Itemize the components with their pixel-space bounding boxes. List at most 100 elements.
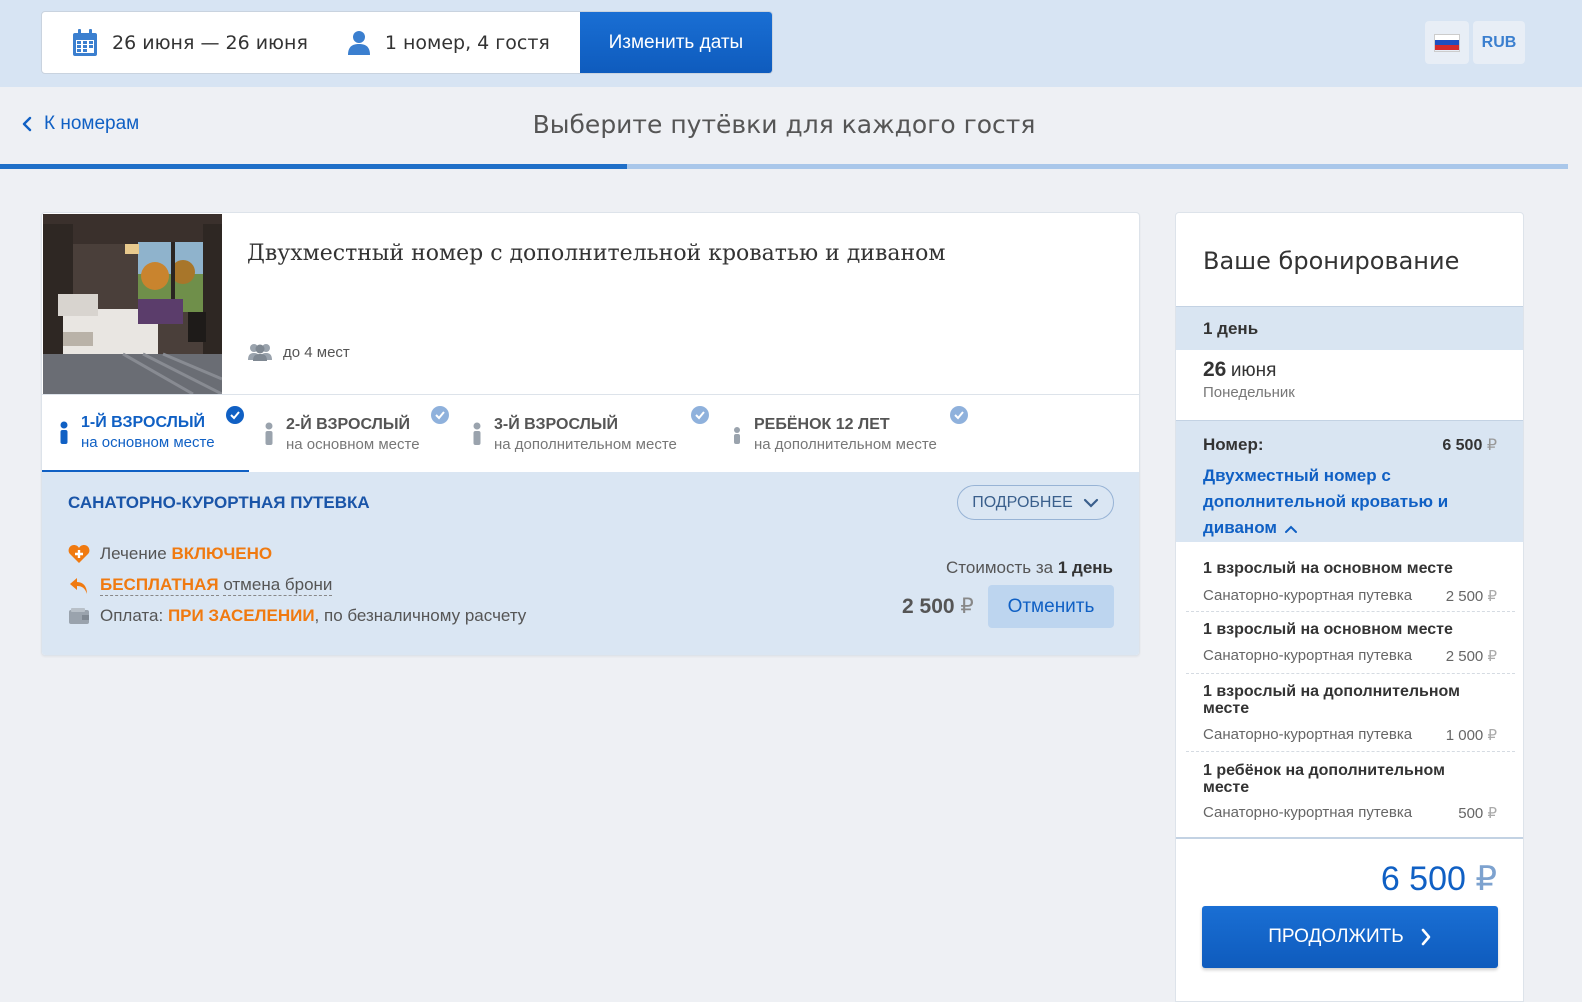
item-price-value: 500: [1458, 805, 1484, 822]
ruble-sign: ₽: [1487, 588, 1497, 605]
ruble-sign: ₽: [1475, 860, 1497, 898]
treatment-value: ВКЛЮЧЕНО: [171, 544, 273, 563]
voucher-price: 2 500 ₽: [902, 594, 974, 619]
undo-arrow-icon: [68, 576, 92, 596]
tab-title: 3-Й ВЗРОСЛЫЙ: [494, 415, 618, 433]
cost-period: 1 день: [1057, 558, 1113, 577]
cancel-rest-text: отмена брони: [223, 575, 333, 596]
booking-room: Номер: 6 500 ₽ Двухместный номер с допол…: [1176, 420, 1523, 542]
booking-item-price: 2 500 ₽: [1446, 647, 1497, 665]
wallet-icon: [68, 607, 92, 625]
ruble-sign: ₽: [1487, 648, 1497, 665]
room-name: Двухместный номер с дополнительной крова…: [247, 241, 946, 266]
booking-item-price: 500 ₽: [1458, 804, 1497, 822]
item-price-value: 1 000: [1445, 727, 1484, 744]
currency-button[interactable]: RUB: [1473, 21, 1525, 64]
person-icon: [472, 422, 482, 446]
booking-item-sub: Санаторно-курортная путевка: [1203, 647, 1413, 664]
dates-field[interactable]: 26 июня — 26 июня: [42, 12, 345, 73]
cancel-voucher-button[interactable]: Отменить: [988, 585, 1114, 628]
tab-adult-2[interactable]: 2-Й ВЗРОСЛЫЙ на основном месте: [264, 395, 462, 473]
tab-adult-3[interactable]: 3-Й ВЗРОСЛЫЙ на дополнительном месте: [472, 395, 732, 473]
booking-item-sub: Санаторно-курортная путевка: [1203, 726, 1413, 743]
continue-label: ПРОДОЛЖИТЬ: [1268, 926, 1404, 947]
booking-item-sub: Санаторно-курортная путевка: [1203, 587, 1413, 604]
change-dates-button[interactable]: Изменить даты: [579, 12, 772, 73]
ruble-sign: ₽: [1487, 805, 1497, 822]
total-divider: [1176, 837, 1523, 839]
guest-tabs: 1-Й ВЗРОСЛЫЙ на основном месте 2-Й ВЗРОС…: [42, 394, 1139, 473]
top-bar: 26 июня — 26 июня 1 номер, 4 гостя Измен…: [0, 0, 1582, 87]
price-value: 2 500: [902, 595, 955, 618]
divider: [1186, 673, 1515, 674]
check-icon: [691, 406, 709, 424]
tab-subtitle: на дополнительном месте: [494, 435, 677, 453]
child-icon: [732, 424, 742, 444]
item-price-value: 2 500: [1445, 588, 1484, 605]
booking-item-title: 1 взрослый на дополнительном месте: [1203, 683, 1460, 717]
chevron-down-icon: [1083, 498, 1099, 508]
payment-label: Оплата:: [100, 606, 164, 625]
booking-item-title: 1 взрослый на основном месте: [1203, 560, 1453, 577]
russia-flag-icon: [1434, 33, 1460, 52]
room-amount-value: 6 500: [1442, 437, 1483, 454]
tab-title: 2-Й ВЗРОСЛЫЙ: [286, 415, 410, 433]
booking-room-name-link[interactable]: Двухместный номер с дополнительной крова…: [1203, 463, 1483, 542]
language-button[interactable]: [1425, 21, 1469, 64]
heart-plus-icon: [68, 544, 92, 564]
person-icon: [59, 421, 69, 445]
dates-text: 26 июня — 26 июня: [112, 31, 308, 54]
check-icon: [226, 406, 244, 424]
calendar-icon: [72, 28, 98, 57]
tab-subtitle: на основном месте: [286, 435, 420, 453]
voucher-panel: САНАТОРНО-КУРОРТНАЯ ПУТЕВКА ПОДРОБНЕЕ Ле…: [42, 472, 1139, 655]
divider: [1186, 611, 1515, 612]
ruble-sign: ₽: [960, 595, 974, 618]
date-month: июня: [1230, 360, 1277, 381]
booking-summary: Ваше бронирование 1 день 26 июня Понедел…: [1175, 212, 1524, 1002]
payment-feature: Оплата: ПРИ ЗАСЕЛЕНИИ, по безналичному р…: [68, 606, 526, 626]
room-card: Двухместный номер с дополнительной крова…: [41, 212, 1140, 656]
guests-text: 1 номер, 4 гостя: [384, 31, 550, 54]
booking-date: 26 июня Понедельник: [1203, 358, 1295, 401]
chevron-up-icon: [1284, 516, 1298, 542]
total-value: 6 500: [1380, 860, 1466, 898]
continue-button[interactable]: ПРОДОЛЖИТЬ: [1202, 906, 1498, 968]
divider: [1186, 751, 1515, 752]
booking-item-price: 1 000 ₽: [1446, 726, 1497, 744]
room-name-text: Двухместный номер с дополнительной крова…: [1203, 466, 1449, 537]
ruble-sign: ₽: [1486, 437, 1497, 454]
check-icon: [950, 406, 968, 424]
treatment-label: Лечение: [100, 544, 167, 563]
room-label: Номер:: [1203, 435, 1264, 454]
tab-subtitle: на дополнительном месте: [754, 435, 937, 453]
ruble-sign: ₽: [1487, 727, 1497, 744]
tab-subtitle: на основном месте: [81, 434, 215, 451]
cost-label-text: Стоимость за: [946, 558, 1054, 577]
date-day: 26: [1203, 358, 1227, 381]
check-icon: [431, 406, 449, 424]
cancellation-feature[interactable]: БЕСПЛАТНАЯ отмена брони: [68, 575, 333, 596]
payment-rest: , по безналичному расчету: [314, 606, 527, 625]
booking-days: 1 день: [1176, 306, 1523, 350]
booking-item-sub: Санаторно-курортная путевка: [1203, 804, 1413, 821]
people-icon: [247, 343, 273, 361]
booking-item-title: 1 взрослый на основном месте: [1203, 621, 1453, 638]
tab-adult-1[interactable]: 1-Й ВЗРОСЛЫЙ на основном месте: [42, 395, 249, 473]
room-capacity: до 4 мест: [247, 343, 350, 361]
item-price-value: 2 500: [1445, 648, 1484, 665]
voucher-title: САНАТОРНО-КУРОРТНАЯ ПУТЕВКА: [68, 493, 370, 512]
booking-title: Ваше бронирование: [1203, 247, 1460, 275]
page-title: Выберите путёвки для каждого гостя: [532, 110, 1036, 139]
search-summary: 26 июня — 26 июня 1 номер, 4 гостя Измен…: [41, 11, 773, 74]
guests-field[interactable]: 1 номер, 4 гостя: [345, 12, 580, 73]
room-photo[interactable]: [43, 214, 222, 394]
cost-label: Стоимость за 1 день: [946, 558, 1113, 578]
cancel-free-value: БЕСПЛАТНАЯ: [100, 575, 219, 596]
tab-child[interactable]: РЕБЁНОК 12 ЛЕТ на дополнительном месте: [732, 395, 982, 473]
person-icon: [264, 422, 274, 446]
tab-title: 1-Й ВЗРОСЛЫЙ: [81, 414, 205, 431]
capacity-text: до 4 мест: [283, 343, 350, 361]
payment-value: ПРИ ЗАСЕЛЕНИИ: [167, 606, 315, 625]
details-button[interactable]: ПОДРОБНЕЕ: [957, 485, 1114, 520]
